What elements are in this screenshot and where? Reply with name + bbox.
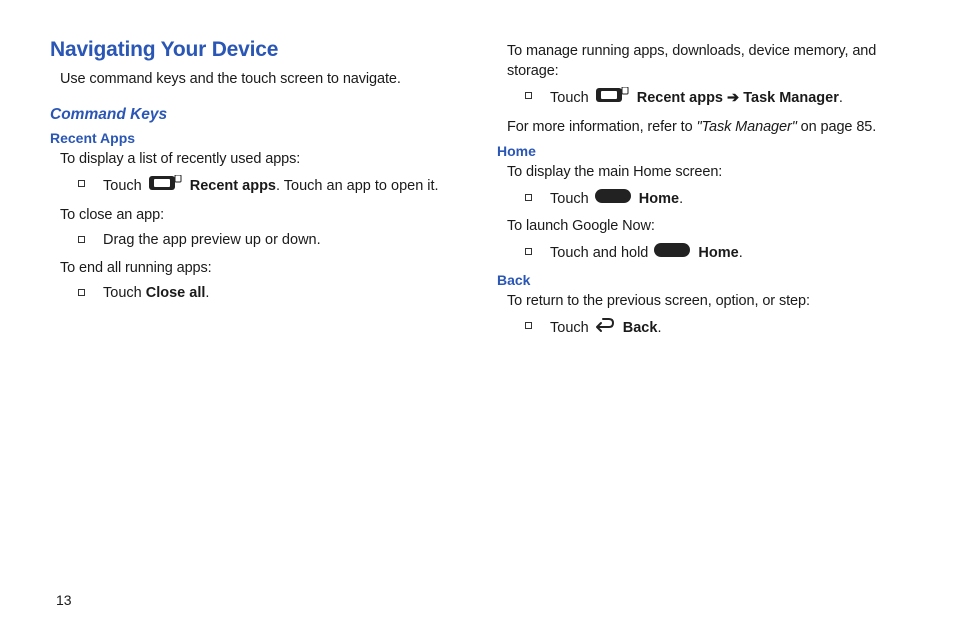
recent-apps-icon [148,175,182,198]
recent-apps-heading: Recent Apps [50,130,457,146]
bullet-text: Touch and hold Home. [550,243,904,264]
manage-apps-intro: To manage running apps, downloads, devic… [507,42,904,81]
task-manager-reference: For more information, refer to "Task Man… [507,118,904,138]
command-keys-heading: Command Keys [50,106,457,124]
home-button-icon [654,243,690,264]
list-item: Touch and hold Home. [525,243,904,264]
intro-text: Use command keys and the touch screen to… [60,70,457,90]
left-column: Navigating Your Device Use command keys … [50,38,457,348]
list-item: Touch Back. [525,317,904,340]
home-heading: Home [497,143,904,159]
list-item: Touch Recent apps. Touch an app to open … [78,175,457,198]
bullet-icon [525,92,532,99]
bullet-text: Touch Back. [550,317,904,340]
list-item: Drag the app preview up or down. [78,231,457,251]
bullet-icon [78,236,85,243]
right-column: To manage running apps, downloads, devic… [497,38,904,348]
back-heading: Back [497,272,904,288]
recent-apps-p1: To display a list of recently used apps: [60,150,457,170]
recent-apps-p3: To end all running apps: [60,259,457,279]
bullet-icon [78,180,85,187]
back-icon [595,317,615,340]
home-p2: To launch Google Now: [507,217,904,237]
bullet-text: Touch Recent apps ➔ Task Manager. [550,87,904,110]
bullet-text: Drag the app preview up or down. [103,231,457,251]
bullet-icon [525,194,532,201]
recent-apps-p2: To close an app: [60,206,457,226]
page-number: 13 [56,592,72,608]
bullet-text: Touch Home. [550,189,904,210]
list-item: Touch Home. [525,189,904,210]
bullet-text: Touch Close all. [103,284,457,304]
list-item: Touch Recent apps ➔ Task Manager. [525,87,904,110]
bullet-icon [525,322,532,329]
bullet-icon [78,289,85,296]
home-button-icon [595,189,631,210]
bullet-text: Touch Recent apps. Touch an app to open … [103,175,457,198]
home-p1: To display the main Home screen: [507,163,904,183]
back-p1: To return to the previous screen, option… [507,292,904,312]
bullet-icon [525,248,532,255]
list-item: Touch Close all. [78,284,457,304]
recent-apps-icon [595,87,629,110]
page-title: Navigating Your Device [50,38,457,62]
